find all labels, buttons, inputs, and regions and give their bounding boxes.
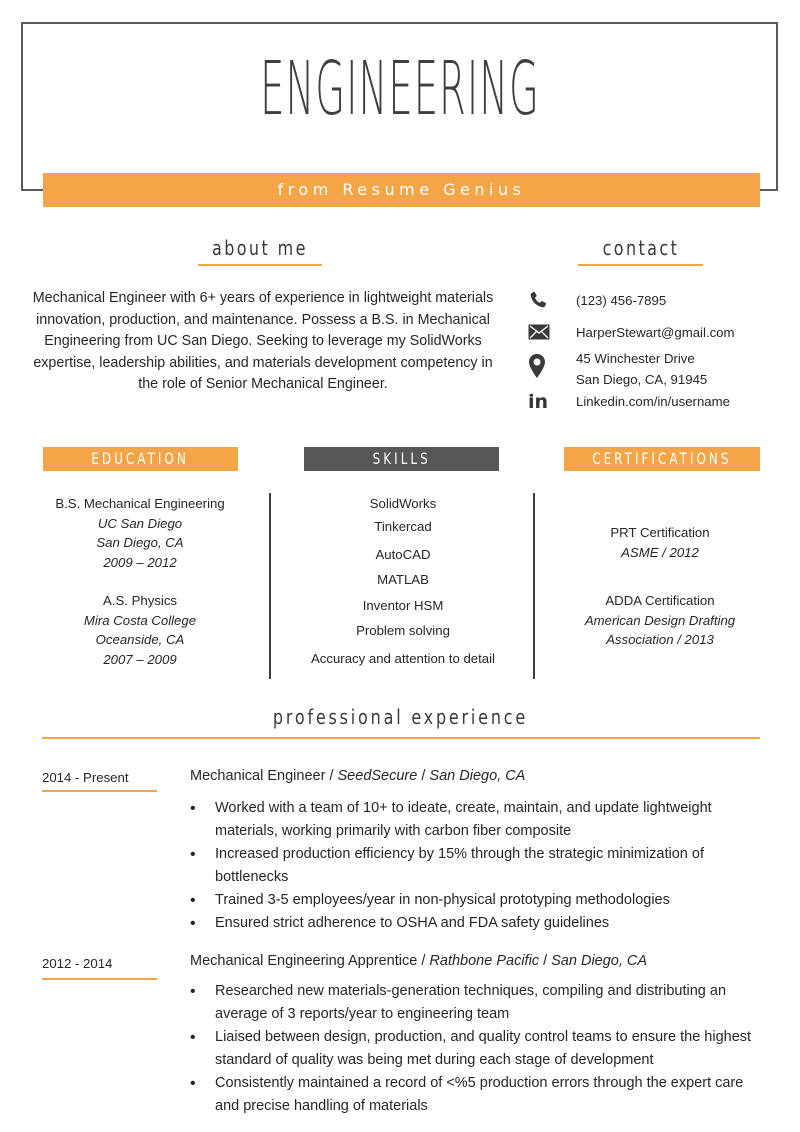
education-degree: A.S. Physics xyxy=(102,593,178,608)
job-bullet: Trained 3-5 employees/year in non-physic… xyxy=(190,889,770,912)
column-divider-right xyxy=(533,493,535,679)
contact-address-line2: San Diego, CA, 91945 xyxy=(576,372,708,387)
subtitle-band: from Resume Genius xyxy=(43,173,760,207)
skill-item: Accuracy and attention to detail xyxy=(310,651,495,666)
contact-phone: (123) 456-7895 xyxy=(528,289,666,311)
job-bullet: Liaised between design, production, and … xyxy=(190,1026,770,1072)
linkedin-icon: in xyxy=(528,391,549,413)
job-role: Mechanical Engineering Apprentice xyxy=(190,953,418,969)
job-bullet: Worked with a team of 10+ to ideate, cre… xyxy=(190,797,770,843)
job-role: Mechanical Engineer xyxy=(190,768,326,784)
column-divider-left xyxy=(269,493,271,679)
job-company: Rathbone Pacific xyxy=(429,953,540,969)
certification-detail: ASME / 2012 xyxy=(621,544,699,560)
skill-item: Problem solving xyxy=(356,623,450,638)
contact-email-value: HarperStewart@gmail.com xyxy=(576,325,735,340)
location-pin-icon xyxy=(528,353,558,379)
about-heading: about me xyxy=(212,236,308,260)
job-bullet: Consistently maintained a record of <%5 … xyxy=(190,1072,770,1118)
education-location: San Diego, CA xyxy=(96,535,184,550)
job-dates: 2012 - 2014 xyxy=(42,956,113,971)
job-company: SeedSecure xyxy=(337,768,418,784)
certification-entry: ADDA Certification American Design Draft… xyxy=(550,591,770,650)
skill-item: MATLAB xyxy=(377,572,429,587)
certification-detail: American Design Drafting xyxy=(584,612,736,628)
experience-underline xyxy=(42,737,760,739)
job-location: San Diego, CA xyxy=(429,768,526,784)
skill-item: Inventor HSM xyxy=(362,598,444,613)
education-school: Mira Costa College xyxy=(83,612,197,628)
skill-item: SolidWorks xyxy=(369,496,437,511)
contact-linkedin-value: Linkedin.com/in/username xyxy=(576,394,730,409)
phone-icon xyxy=(528,289,558,311)
job-bullet: Researched new materials-generation tech… xyxy=(190,980,770,1026)
contact-address: 45 Winchester Drive San Diego, CA, 91945 xyxy=(528,351,707,387)
resume-title: ENGINEERING xyxy=(260,46,540,132)
about-underline xyxy=(198,264,322,266)
contact-heading: contact xyxy=(602,236,679,260)
education-years: 2007 – 2009 xyxy=(103,651,177,667)
job-bullet: Ensured strict adherence to OSHA and FDA… xyxy=(190,912,770,935)
education-school: UC San Diego xyxy=(97,515,183,531)
contact-phone-value: (123) 456-7895 xyxy=(576,293,667,308)
experience-heading: professional experience xyxy=(272,705,528,729)
education-location: Oceanside, CA xyxy=(95,632,185,647)
contact-underline xyxy=(578,264,703,266)
skills-heading: SKILLS xyxy=(304,447,499,471)
about-text: Mechanical Engineer with 6+ years of exp… xyxy=(32,290,494,393)
certifications-heading: CERTIFICATIONS xyxy=(564,447,760,471)
job-dates: 2014 - Present xyxy=(42,770,129,785)
education-years: 2009 – 2012 xyxy=(103,554,177,570)
job-bullets: Researched new materials-generation tech… xyxy=(190,980,770,1118)
certification-entry: PRT Certification ASME / 2012 xyxy=(550,523,770,562)
job-location: San Diego, CA xyxy=(551,953,648,969)
contact-linkedin: in Linkedin.com/in/username xyxy=(528,391,730,413)
contact-address-line1: 45 Winchester Drive xyxy=(576,351,695,366)
job-bullet: Increased production efficiency by 15% t… xyxy=(190,843,770,889)
education-entry: A.S. Physics Mira Costa College Oceansid… xyxy=(30,591,250,669)
skill-item: AutoCAD xyxy=(375,547,431,562)
skill-item: Tinkercad xyxy=(374,519,432,534)
envelope-icon xyxy=(528,321,558,343)
education-entry: B.S. Mechanical Engineering UC San Diego… xyxy=(30,494,250,572)
job-dates-underline xyxy=(42,978,157,980)
certification-name: PRT Certification xyxy=(610,525,710,540)
certification-detail: Association / 2013 xyxy=(606,632,714,647)
job-title: Mechanical Engineering Apprentice / Rath… xyxy=(190,953,648,969)
education-heading: EDUCATION xyxy=(43,447,238,471)
job-dates-underline xyxy=(42,790,157,792)
education-degree: B.S. Mechanical Engineering xyxy=(55,496,225,511)
job-bullets: Worked with a team of 10+ to ideate, cre… xyxy=(190,797,770,935)
subtitle: from Resume Genius xyxy=(277,180,526,199)
job-title: Mechanical Engineer / SeedSecure / San D… xyxy=(190,768,526,784)
certification-name: ADDA Certification xyxy=(605,593,715,608)
contact-email: HarperStewart@gmail.com xyxy=(528,321,735,343)
